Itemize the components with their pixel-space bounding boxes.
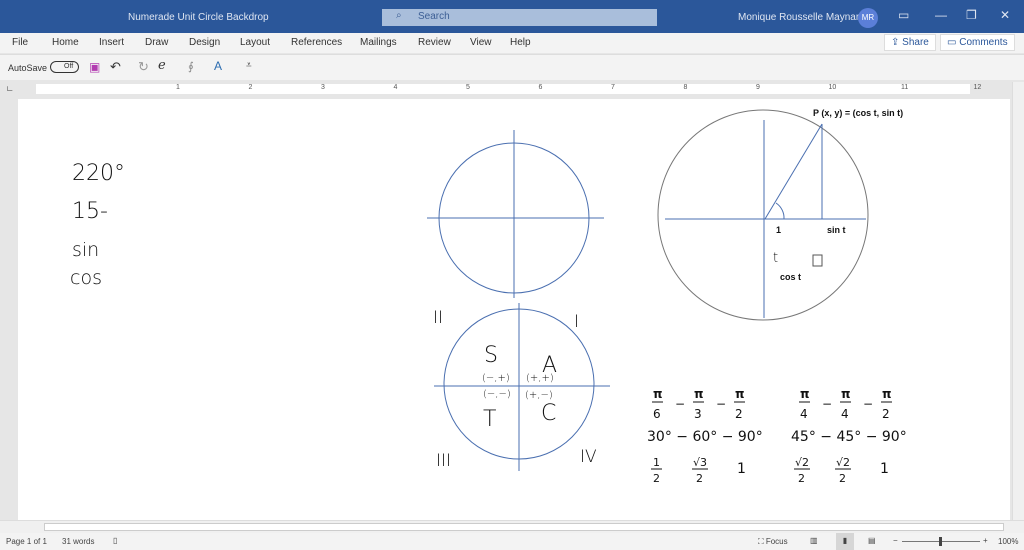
frac-num: π — [841, 387, 851, 401]
web-layout-icon[interactable]: ▤ — [868, 536, 876, 545]
quadrant-labels: II I III IV S A T C (−,+) (+,+) (−,−) (+… — [433, 308, 597, 471]
label-q2: II — [433, 308, 443, 328]
frac-den: 2 — [735, 407, 743, 421]
radius-line — [764, 123, 823, 220]
signs-q1: (+,+) — [526, 373, 554, 384]
degrees: 45° − 45° − 90° — [791, 429, 907, 445]
quadrant-circle — [434, 303, 610, 471]
ratio-den: 2 — [798, 472, 805, 485]
note-15: 15- — [72, 199, 108, 224]
dash: − — [716, 397, 726, 411]
label-one: 1 — [776, 225, 781, 235]
scroll-thumb[interactable] — [44, 523, 1004, 531]
ratio-num: 1 — [653, 456, 660, 469]
special-triangles: π 6 − π 3 − π 2 30° − 60° − 90° 1 2 √3 2… — [647, 387, 907, 485]
horizontal-scrollbar[interactable] — [0, 520, 1024, 533]
status-bar: Page 1 of 1 31 words ▯ ⛶ Focus ▥ ▮ ▤ − +… — [0, 533, 1024, 550]
triangle-45-45-90: π 4 − π 4 − π 2 45° − 45° − 90° √2 2 √2 … — [791, 387, 907, 485]
point-label: P (x, y) = (cos t, sin t) — [813, 108, 903, 118]
ratio-num: √3 — [693, 456, 707, 469]
frac-den: 4 — [841, 407, 849, 421]
signs-q2: (−,+) — [482, 373, 510, 384]
unit-circle — [657, 109, 869, 321]
note-220: 220° — [72, 161, 125, 186]
handwritten-notes: 220° 15- sin cos — [70, 161, 125, 289]
label-sin: sin t — [827, 225, 846, 235]
frac-num: π — [735, 387, 745, 401]
ratio-den: 2 — [653, 472, 660, 485]
label-t: T — [483, 407, 496, 432]
proofing-icon[interactable]: ▯ — [113, 536, 117, 545]
drawing-canvas: 220° 15- sin cos II I III IV S A T C (−,… — [70, 108, 907, 485]
frac-den: 3 — [694, 407, 702, 421]
frac-den: 6 — [653, 407, 661, 421]
label-c: C — [541, 401, 556, 426]
plain-circle — [427, 130, 604, 298]
page-count[interactable]: Page 1 of 1 — [6, 537, 47, 546]
unit-circle-diagram: P (x, y) = (cos t, sin t) 1 sin t t cos … — [657, 108, 903, 321]
ratio-den: 2 — [696, 472, 703, 485]
frac-den: 2 — [882, 407, 890, 421]
frac-num: π — [800, 387, 810, 401]
ratio-one: 1 — [737, 461, 746, 477]
angle-arc — [775, 202, 785, 220]
ratio-num: √2 — [795, 456, 809, 469]
frac-num: π — [653, 387, 663, 401]
note-sin: sin — [72, 239, 99, 261]
label-t: t — [773, 251, 778, 266]
frac-den: 4 — [800, 407, 808, 421]
read-mode-icon[interactable]: ▥ — [810, 536, 818, 545]
dash: − — [822, 397, 832, 411]
label-q4: IV — [580, 447, 597, 467]
zoom-level[interactable]: 100% — [998, 537, 1018, 546]
focus-button[interactable]: ⛶ Focus — [758, 537, 788, 547]
triangle-30-60-90: π 6 − π 3 − π 2 30° − 60° − 90° 1 2 √3 2… — [647, 387, 763, 485]
dash: − — [863, 397, 873, 411]
zoom-out-icon[interactable]: − — [893, 536, 898, 545]
dash: − — [675, 397, 685, 411]
print-layout-icon[interactable]: ▮ — [836, 533, 854, 550]
signs-q3: (−,−) — [483, 389, 511, 400]
focus-label: Focus — [765, 537, 788, 546]
degrees: 30° − 60° − 90° — [647, 429, 763, 445]
label-q1: I — [574, 312, 579, 332]
word-count[interactable]: 31 words — [62, 537, 94, 546]
note-cos: cos — [70, 267, 102, 289]
zoom-in-icon[interactable]: + — [983, 536, 988, 545]
ratio-one: 1 — [880, 461, 889, 477]
ratio-den: 2 — [839, 472, 846, 485]
frac-num: π — [882, 387, 892, 401]
signs-q4: (+,−) — [525, 390, 553, 401]
frac-num: π — [694, 387, 704, 401]
label-cos: cos t — [780, 272, 801, 282]
ratio-num: √2 — [836, 456, 850, 469]
label-q3: III — [436, 451, 451, 471]
focus-icon: ⛶ — [758, 537, 766, 546]
zoom-slider-thumb[interactable] — [939, 537, 942, 546]
label-s: S — [484, 343, 498, 368]
right-angle-box — [812, 254, 823, 267]
